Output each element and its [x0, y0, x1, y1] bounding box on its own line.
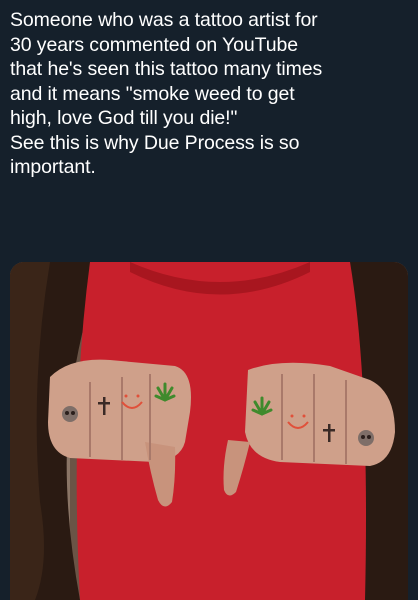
- post-text-line: important.: [10, 156, 96, 178]
- photo-illustration: [10, 262, 408, 600]
- skull-tattoo: [62, 406, 78, 422]
- post-text-line: See this is why Due Process is so: [10, 131, 300, 154]
- post-text-line: high, love God till you die!": [10, 107, 238, 129]
- post-text-line: Someone who was a tattoo artist for: [10, 9, 318, 31]
- post-text: Someone who was a tattoo artist for 30 y…: [10, 8, 410, 180]
- post-text-line: and it means "smoke weed to get: [10, 82, 295, 105]
- skull-tattoo: [358, 430, 374, 446]
- post-text-line: 30 years commented on YouTube: [10, 33, 298, 56]
- post-text-line: that he's seen this tattoo many times: [10, 58, 323, 80]
- post-media-photo[interactable]: [10, 262, 408, 600]
